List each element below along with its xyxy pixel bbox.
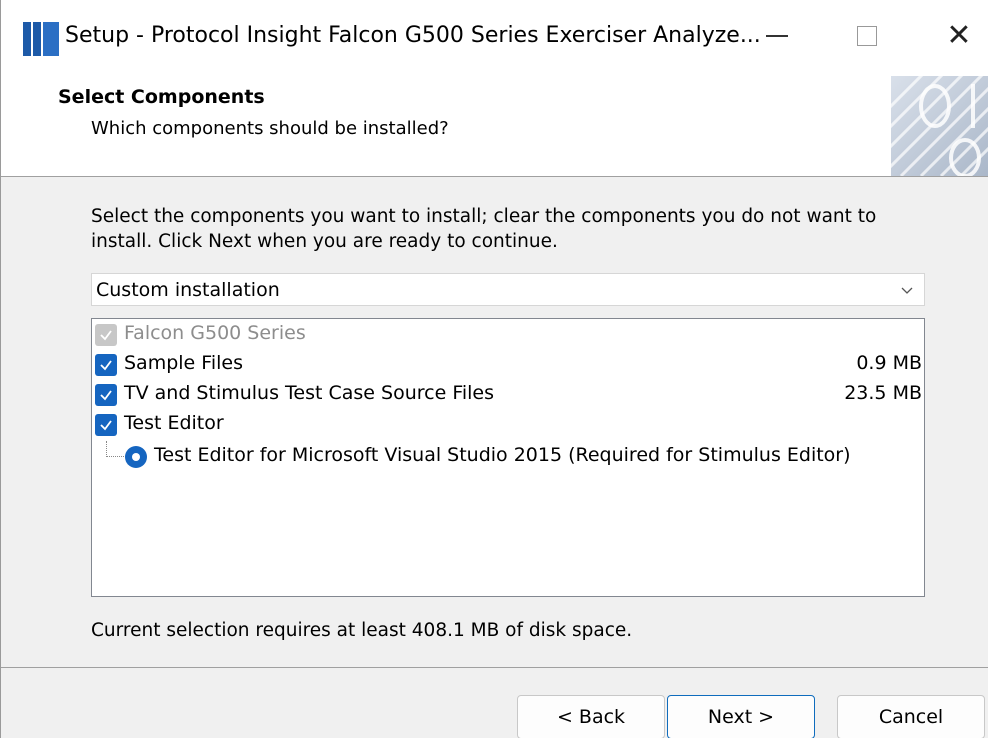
maximize-icon bbox=[857, 26, 877, 46]
list-item[interactable]: TV and Stimulus Test Case Source Files 2… bbox=[92, 381, 924, 409]
disk-space-text: Current selection requires at least 408.… bbox=[91, 620, 633, 641]
component-label: TV and Stimulus Test Case Source Files bbox=[124, 382, 495, 404]
window-title: Setup - Protocol Insight Falcon G500 Ser… bbox=[65, 23, 761, 48]
check-icon bbox=[100, 330, 112, 341]
maximize-button[interactable] bbox=[837, 14, 897, 58]
check-icon bbox=[100, 360, 112, 371]
radio-test-editor-vs2015[interactable] bbox=[125, 446, 147, 468]
minimize-icon bbox=[766, 35, 788, 37]
back-button[interactable]: < Back bbox=[517, 695, 665, 738]
title-bar[interactable]: Setup - Protocol Insight Falcon G500 Ser… bbox=[1, 0, 988, 76]
tree-connector bbox=[106, 441, 124, 457]
list-item[interactable]: Test Editor bbox=[92, 411, 924, 439]
page-subtitle: Which components should be installed? bbox=[91, 118, 449, 139]
page-header: Select Components Which components shoul… bbox=[1, 76, 988, 177]
cancel-button[interactable]: Cancel bbox=[837, 695, 985, 738]
footer-divider bbox=[1, 667, 988, 668]
page-title: Select Components bbox=[58, 86, 265, 108]
close-button[interactable]: ✕ bbox=[929, 14, 988, 58]
chevron-down-icon bbox=[901, 287, 913, 294]
close-icon: ✕ bbox=[946, 18, 972, 53]
component-size: 0.9 MB bbox=[856, 352, 922, 374]
component-list[interactable]: Falcon G500 Series Sample Files 0.9 MB T… bbox=[91, 318, 925, 597]
wizard-banner-image bbox=[891, 76, 988, 176]
checkbox-test-editor[interactable] bbox=[95, 414, 117, 436]
next-button[interactable]: Next > bbox=[667, 695, 815, 738]
checkbox-tv-stimulus[interactable] bbox=[95, 384, 117, 406]
list-item[interactable]: Sample Files 0.9 MB bbox=[92, 351, 924, 379]
radio-dot-icon bbox=[132, 453, 140, 461]
check-icon bbox=[100, 390, 112, 401]
setup-window: Setup - Protocol Insight Falcon G500 Ser… bbox=[0, 0, 988, 738]
check-icon bbox=[100, 420, 112, 431]
list-item[interactable]: Test Editor for Microsoft Visual Studio … bbox=[92, 441, 924, 471]
component-label: Test Editor for Microsoft Visual Studio … bbox=[154, 444, 851, 466]
component-size: 23.5 MB bbox=[844, 382, 922, 404]
component-label: Falcon G500 Series bbox=[124, 322, 306, 344]
component-label: Test Editor bbox=[124, 412, 224, 434]
install-type-value: Custom installation bbox=[96, 279, 280, 301]
component-label: Sample Files bbox=[124, 352, 243, 374]
install-type-dropdown[interactable]: Custom installation bbox=[91, 273, 925, 306]
app-icon bbox=[23, 22, 59, 56]
instructions-text: Select the components you want to instal… bbox=[91, 206, 877, 252]
checkbox-falcon-g500 bbox=[95, 324, 117, 346]
list-item: Falcon G500 Series bbox=[92, 321, 924, 349]
minimize-button[interactable] bbox=[747, 14, 807, 58]
checkbox-sample-files[interactable] bbox=[95, 354, 117, 376]
